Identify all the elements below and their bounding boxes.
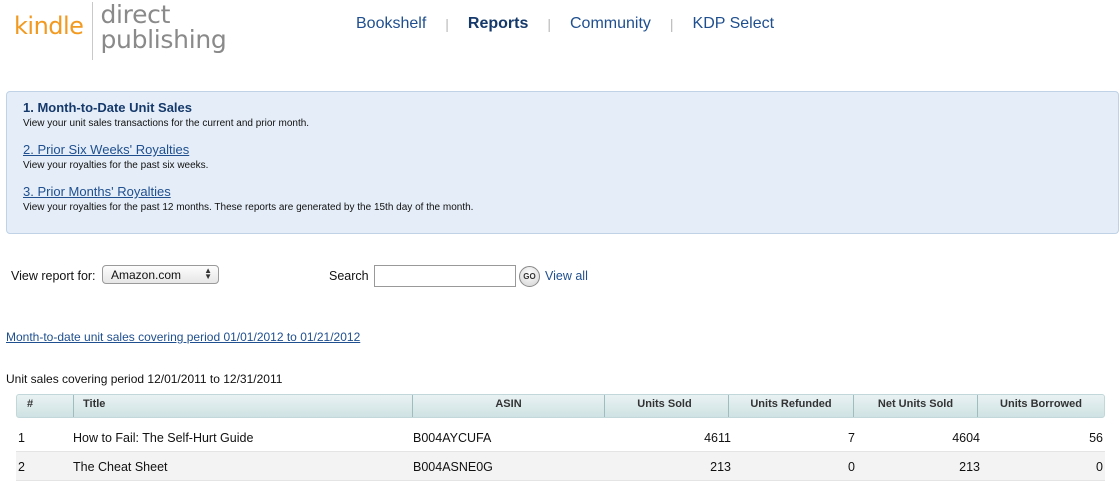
table-row: 1 How to Fail: The Self-Hurt Guide B004A… — [16, 423, 1105, 452]
cell-number: 2 — [18, 460, 25, 474]
report-link-prior-months[interactable]: 3. Prior Months' Royalties — [23, 184, 1118, 199]
kdp-logo[interactable]: kindle direct publishing — [14, 0, 227, 62]
report-item-six-weeks: 2. Prior Six Weeks' Royalties View your … — [23, 142, 1118, 171]
nav-separator: | — [547, 16, 551, 32]
report-item-month-to-date: 1. Month-to-Date Unit Sales View your un… — [23, 100, 1118, 129]
cell-net-units-sold: 213 — [959, 460, 980, 474]
nav-reports[interactable]: Reports — [468, 15, 528, 33]
logo-line-direct: direct — [100, 0, 171, 29]
select-arrows-icon: ▲ ▼ — [204, 266, 212, 281]
nav-community[interactable]: Community — [570, 15, 651, 33]
cell-units-sold: 213 — [710, 460, 731, 474]
table-row: 2 The Cheat Sheet B004ASNE0G 213 0 213 0 — [16, 452, 1105, 481]
nav-separator: | — [669, 16, 674, 32]
col-header-units-refunded[interactable]: Units Refunded — [728, 395, 853, 417]
logo-kindle-text: kindle — [14, 12, 84, 40]
search-input[interactable] — [374, 265, 516, 287]
col-header-net-units-sold[interactable]: Net Units Sold — [853, 395, 977, 417]
cell-units-borrowed: 0 — [1096, 460, 1103, 474]
cell-title: How to Fail: The Self-Hurt Guide — [73, 431, 254, 445]
month-to-date-period-link[interactable]: Month-to-date unit sales covering period… — [6, 330, 360, 344]
main-nav: Bookshelf | Reports | Community | KDP Se… — [356, 15, 774, 33]
report-item-prior-months: 3. Prior Months' Royalties View your roy… — [23, 184, 1118, 213]
nav-bookshelf[interactable]: Bookshelf — [356, 15, 426, 33]
col-header-units-borrowed[interactable]: Units Borrowed — [977, 395, 1104, 417]
nav-separator: | — [445, 16, 449, 32]
report-link-six-weeks[interactable]: 2. Prior Six Weeks' Royalties — [23, 142, 1118, 157]
cell-asin: B004ASNE0G — [413, 460, 493, 474]
nav-kdp-select[interactable]: KDP Select — [693, 15, 775, 33]
col-header-asin[interactable]: ASIN — [412, 395, 604, 417]
view-all-link[interactable]: View all — [545, 269, 588, 283]
go-button[interactable]: GO — [519, 266, 540, 287]
cell-units-sold: 4611 — [704, 431, 731, 445]
cell-number: 1 — [18, 431, 25, 445]
period-heading: Unit sales covering period 12/01/2011 to… — [6, 372, 283, 386]
report-title-month-to-date[interactable]: 1. Month-to-Date Unit Sales — [23, 100, 1118, 115]
report-desc-prior-months: View your royalties for the past 12 mont… — [23, 202, 474, 213]
cell-title: The Cheat Sheet — [73, 460, 168, 474]
report-controls: View report for: Amazon.com ▲ ▼ Search GO… — [10, 265, 1110, 289]
cell-units-refunded: 7 — [848, 431, 855, 445]
search-label: Search — [329, 269, 369, 283]
view-report-label: View report for: — [11, 269, 96, 283]
unit-sales-table: # Title ASIN Units Sold Units Refunded N… — [16, 394, 1105, 481]
report-menu: 1. Month-to-Date Unit Sales View your un… — [6, 91, 1119, 234]
cell-units-refunded: 0 — [848, 460, 855, 474]
logo-line-publishing: publishing — [100, 25, 227, 54]
report-desc-six-weeks: View your royalties for the past six wee… — [23, 160, 209, 171]
marketplace-select-value: Amazon.com — [111, 268, 182, 282]
col-header-title[interactable]: Title — [73, 395, 105, 417]
col-header-number[interactable]: # — [27, 395, 33, 417]
logo-direct-publishing: direct publishing — [100, 2, 226, 52]
table-header: # Title ASIN Units Sold Units Refunded N… — [16, 394, 1105, 418]
cell-net-units-sold: 4604 — [952, 431, 980, 445]
cell-units-borrowed: 56 — [1089, 431, 1103, 445]
report-desc-month-to-date: View your unit sales transactions for th… — [23, 118, 310, 129]
marketplace-select[interactable]: Amazon.com ▲ ▼ — [102, 265, 219, 284]
col-header-units-sold[interactable]: Units Sold — [604, 395, 724, 417]
cell-asin: B004AYCUFA — [413, 431, 492, 445]
logo-divider — [92, 2, 94, 60]
